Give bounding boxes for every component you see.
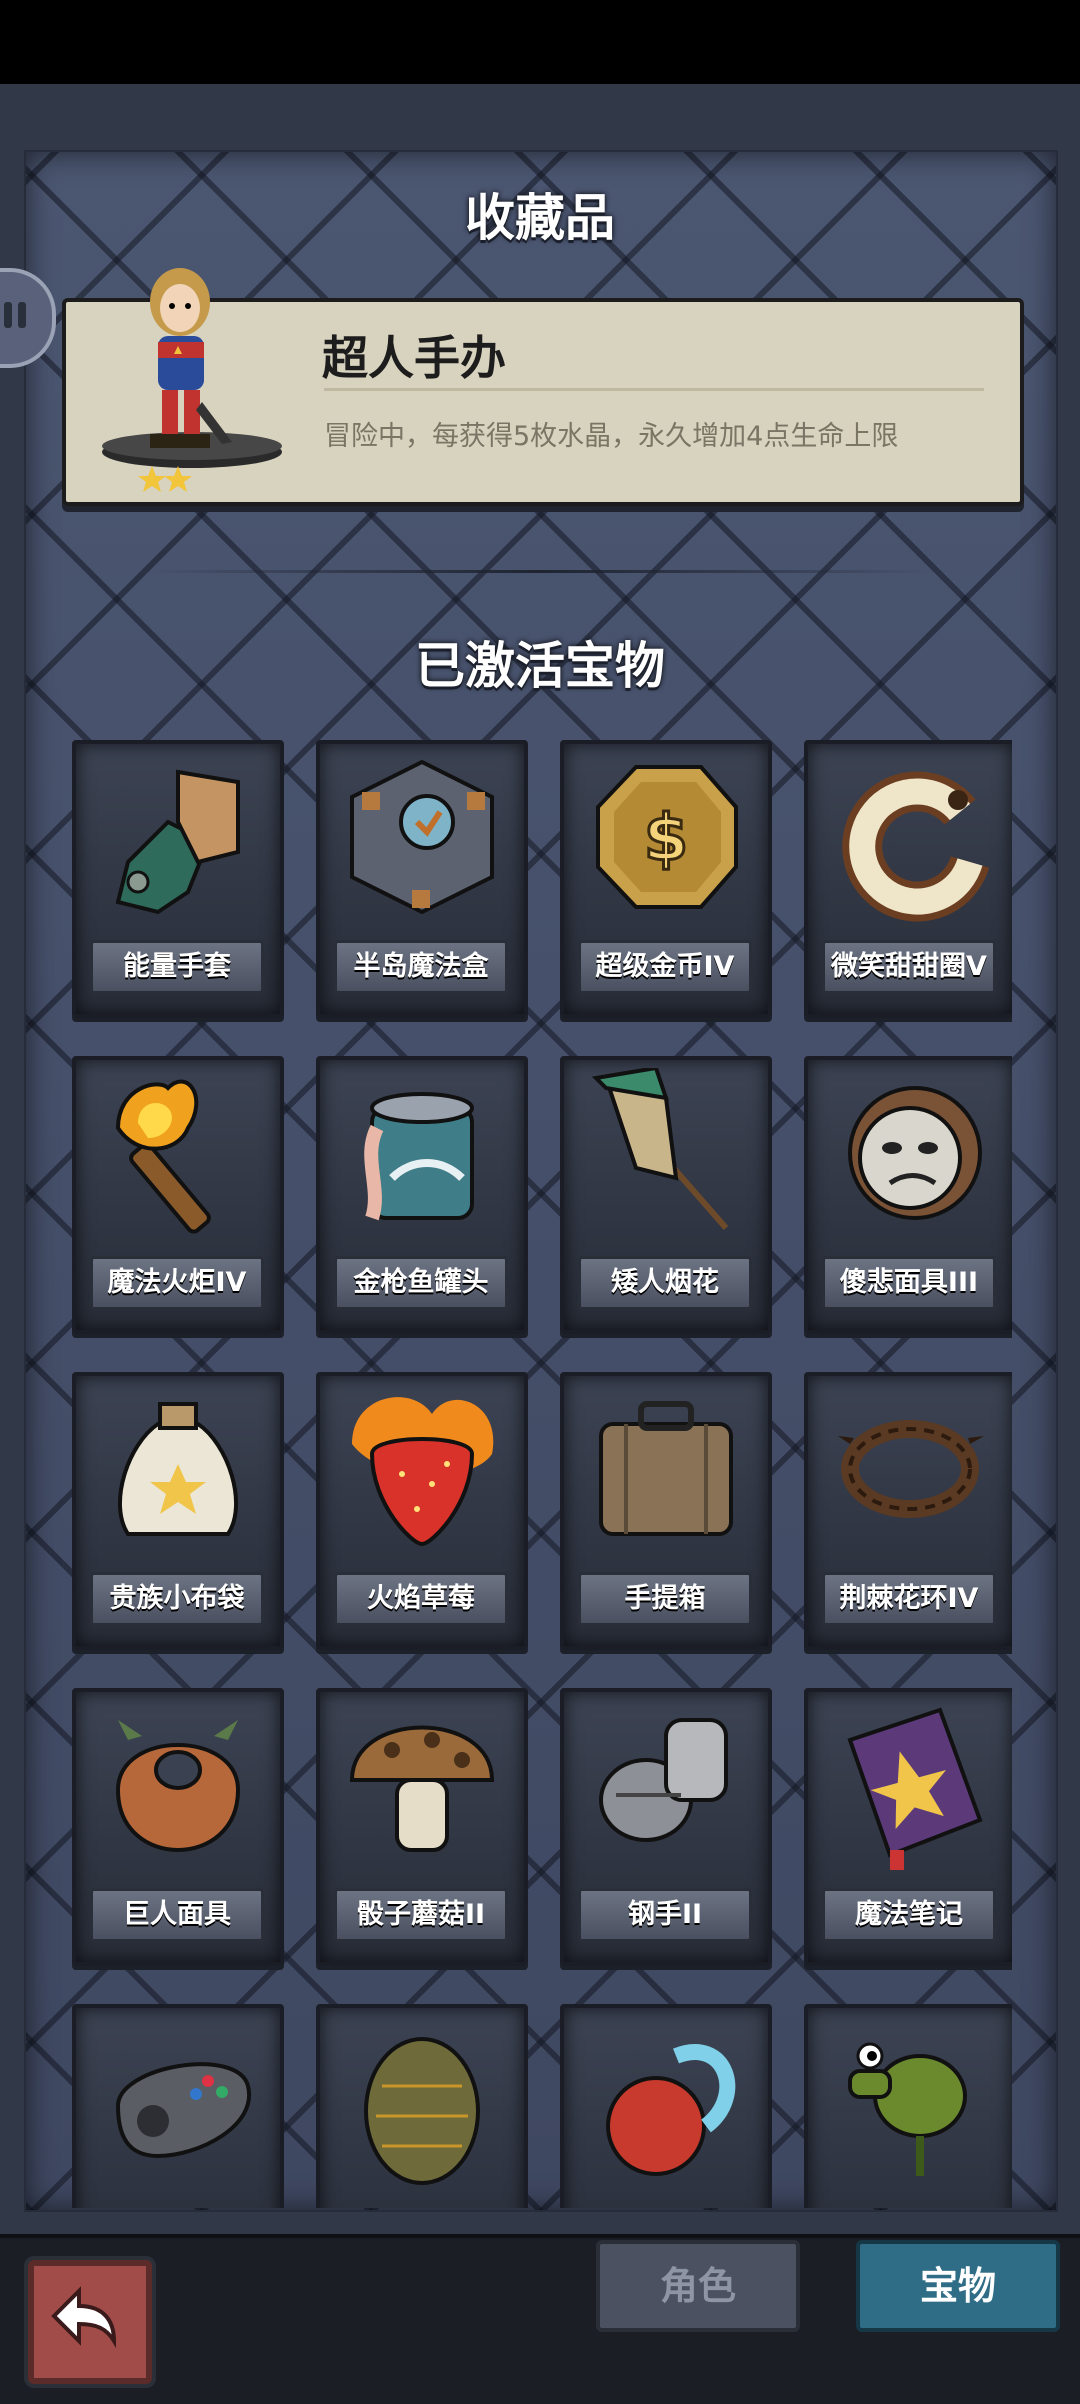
treasure-label: 能量手套 [90,940,264,994]
treasure-item[interactable]: 火焰草莓 [316,1372,528,1650]
gauntlet-icon [115,769,240,915]
treasure-label: 半岛魔法盒 [334,940,508,994]
page-title: 收藏品 [465,189,615,247]
tuna-can-icon [364,1092,474,1221]
treasure-label: 矮人烟花 [578,1256,752,1310]
collectible-name: 超人手办 [322,331,506,385]
peashooter-icon [848,2042,967,2176]
treasure-label: 钢手II [578,1888,752,1942]
treasure-item[interactable]: 能量手套 [72,740,284,1018]
treasure-label: 骰子蘑菇II [334,1888,508,1942]
treasure-label: 荆棘花环IV [822,1572,996,1626]
donut-icon [842,771,990,922]
treasure-item[interactable]: 贵族小布袋 [72,1372,284,1650]
treasure-label: 超级金币IV [578,940,752,994]
treasure-item[interactable] [560,2004,772,2208]
treasure-item[interactable]: 魔法火炬IV [72,1056,284,1334]
steel-fist-icon [599,1718,728,1842]
treasure-label: 魔法火炬IV [90,1256,264,1310]
treasure-label: 巨人面具 [90,1888,264,1942]
treasure-item[interactable]: 半岛魔法盒 [316,740,528,1018]
dragon-egg-icon [364,2037,480,2185]
mushroom-icon [349,1725,495,1852]
treasure-item[interactable]: 微笑甜甜圈V [804,740,1012,1018]
magic-cube-icon [350,759,494,915]
gamepad-icon [115,2062,252,2159]
treasure-item[interactable]: 手提箱 [560,1372,772,1650]
hero-figurine-icon [102,268,282,492]
treasure-label: 火焰草莓 [334,1572,508,1626]
firework-rocket-icon [591,1068,729,1230]
back-arrow-icon [51,2286,117,2349]
collectible-description: 冒险中，每获得5枚水晶，永久增加4点生命上限 [324,421,899,452]
torch-icon [115,1079,211,1234]
treasure-item[interactable]: 傻悲面具III [804,1056,1012,1334]
giant-mask-icon [115,1720,241,1853]
section-divider [140,570,940,573]
treasure-item[interactable]: 骰子蘑菇II [316,1688,528,1966]
back-button[interactable] [28,2260,152,2384]
thorn-wreath-icon [838,1420,984,1518]
water-orb-icon [606,2044,736,2176]
svg-text:$: $ [644,802,689,876]
treasure-item[interactable]: 钢手II [560,1688,772,1966]
treasure-label: 微笑甜甜圈V [822,940,996,994]
mask-icon [848,1086,982,1220]
treasure-item[interactable]: 巨人面具 [72,1688,284,1966]
spellbook-icon [847,1707,983,1870]
tab-treasure[interactable]: 宝物 [856,2240,1060,2332]
treasure-grid: 能量手套 半岛魔法盒 $ 超级金币IV 微笑甜甜圈V 魔法火炬IV 金枪鱼罐头 … [72,740,1012,2208]
card-divider [324,388,984,391]
section-title: 已激活宝物 [415,637,665,695]
treasure-item[interactable]: $ 超级金币IV [560,740,772,1018]
treasure-item[interactable] [804,2004,1012,2208]
treasure-label: 手提箱 [578,1572,752,1626]
treasure-label: 金枪鱼罐头 [334,1256,508,1310]
treasure-item[interactable] [72,2004,284,2208]
suitcase-icon [599,1401,733,1536]
cloth-bag-icon [118,1402,238,1536]
star-icon [164,466,192,492]
treasure-label: 魔法笔记 [822,1888,996,1942]
star-icon [138,466,166,492]
treasure-item[interactable] [316,2004,528,2208]
status-bar [0,0,1080,84]
treasure-item[interactable]: 矮人烟花 [560,1056,772,1334]
strawberry-icon [352,1397,494,1547]
tab-role[interactable]: 角色 [596,2240,800,2332]
treasure-item[interactable]: 荆棘花环IV [804,1372,1012,1650]
gold-coin-icon: $ [596,765,738,909]
treasure-item[interactable]: 金枪鱼罐头 [316,1056,528,1334]
treasure-label: 贵族小布袋 [90,1572,264,1626]
treasure-item[interactable]: 魔法笔记 [804,1688,1012,1966]
treasure-label: 傻悲面具III [822,1256,996,1310]
